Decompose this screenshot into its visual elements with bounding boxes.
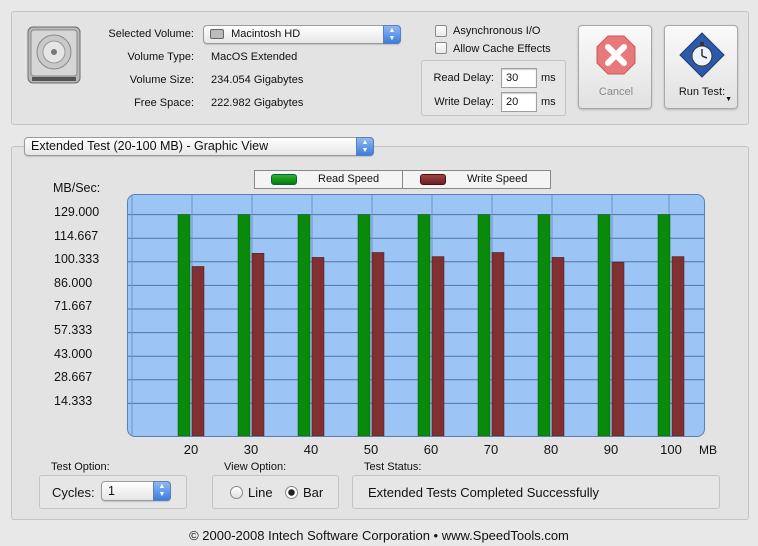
write-speed-bar bbox=[671, 256, 685, 436]
y-tick-label: 114.667 bbox=[54, 228, 99, 243]
cycles-select[interactable]: 1 ▲ ▼ bbox=[101, 481, 171, 501]
read-speed-bar bbox=[297, 214, 311, 436]
run-test-button[interactable]: Run Test: ▼ bbox=[664, 25, 738, 109]
x-tick-label: 90 bbox=[603, 442, 619, 457]
volume-select[interactable]: Macintosh HD ▲ ▼ bbox=[203, 25, 401, 44]
read-legend-label: Read Speed bbox=[318, 173, 380, 185]
write-speed-bar bbox=[311, 257, 325, 436]
y-tick-label: 129.000 bbox=[54, 205, 100, 219]
write-delay-label: Write Delay: bbox=[434, 96, 494, 108]
read-speed-bar bbox=[177, 214, 191, 436]
read-swatch bbox=[271, 174, 297, 185]
x-tick-label: 80 bbox=[543, 442, 559, 457]
x-tick-label: 100 bbox=[660, 442, 682, 457]
bar-radio[interactable] bbox=[285, 486, 298, 499]
read-speed-bar bbox=[657, 214, 671, 436]
x-tick-label: 50 bbox=[363, 442, 379, 457]
y-tick-label: 71.667 bbox=[54, 299, 93, 314]
read-delay-unit: ms bbox=[541, 72, 556, 84]
cache-effects-label: Allow Cache Effects bbox=[453, 43, 551, 55]
read-speed-bar bbox=[237, 214, 251, 436]
y-tick-label: 14.333 bbox=[54, 393, 93, 408]
volume-type-label: Volume Type: bbox=[127, 51, 194, 63]
line-radio[interactable] bbox=[230, 486, 243, 499]
write-speed-bar bbox=[491, 252, 505, 436]
volume-type-value: MacOS Extended bbox=[211, 51, 298, 63]
y-tick-label: 28.667 bbox=[54, 370, 93, 385]
write-speed-bar bbox=[191, 266, 205, 436]
write-speed-bar bbox=[611, 262, 625, 436]
x-tick-label: 60 bbox=[423, 442, 439, 457]
drive-small-icon bbox=[210, 29, 224, 40]
bar-chart bbox=[128, 195, 704, 436]
async-io-label: Asynchronous I/O bbox=[453, 25, 541, 37]
footer-copyright: © 2000-2008 Intech Software Corporation … bbox=[189, 528, 569, 543]
dropdown-arrow-icon: ▼ bbox=[725, 96, 732, 103]
test-type-select[interactable]: Extended Test (20-100 MB) - Graphic View… bbox=[24, 137, 374, 156]
x-tick-label: 30 bbox=[243, 442, 259, 457]
x-axis-unit: MB bbox=[699, 443, 717, 457]
free-space-label: Free Space: bbox=[134, 97, 194, 109]
read-delay-label: Read Delay: bbox=[433, 72, 494, 84]
y-tick-label: 43.000 bbox=[54, 346, 93, 361]
x-tick-label: 70 bbox=[483, 442, 499, 457]
read-delay-input[interactable]: 30 bbox=[501, 68, 537, 88]
write-delay-unit: ms bbox=[541, 96, 556, 108]
test-type-value: Extended Test (20-100 MB) - Graphic View bbox=[31, 139, 269, 153]
volume-size-label: Volume Size: bbox=[129, 74, 194, 86]
write-speed-bar bbox=[431, 256, 445, 436]
volume-select-value: Macintosh HD bbox=[231, 28, 301, 40]
cache-effects-checkbox[interactable] bbox=[435, 42, 447, 54]
cycles-value: 1 bbox=[108, 484, 115, 498]
read-speed-bar bbox=[357, 214, 371, 436]
chart-legend: Read Speed Write Speed bbox=[254, 170, 551, 189]
cancel-button[interactable]: Cancel bbox=[578, 25, 652, 109]
line-radio-label: Line bbox=[248, 485, 273, 500]
y-tick-label: 100.333 bbox=[54, 252, 100, 267]
select-arrows-icon: ▲ ▼ bbox=[383, 25, 401, 44]
test-option-label: Test Option: bbox=[51, 461, 110, 473]
read-speed-bar bbox=[417, 214, 431, 436]
write-speed-bar bbox=[251, 253, 265, 436]
view-option-label: View Option: bbox=[224, 461, 287, 473]
read-speed-bar bbox=[597, 214, 611, 436]
x-tick-label: 20 bbox=[183, 442, 199, 457]
write-delay-input[interactable]: 20 bbox=[501, 92, 537, 112]
async-io-checkbox[interactable] bbox=[435, 25, 447, 37]
read-speed-bar bbox=[477, 214, 491, 436]
free-space-value: 222.982 Gigabytes bbox=[211, 97, 304, 109]
write-legend-label: Write Speed bbox=[467, 173, 528, 185]
read-speed-bar bbox=[537, 214, 551, 436]
cancel-label: Cancel bbox=[598, 86, 634, 98]
volume-size-value: 234.054 Gigabytes bbox=[211, 74, 304, 86]
hard-drive-icon bbox=[24, 24, 86, 86]
y-tick-label: 86.000 bbox=[54, 275, 93, 290]
bar-radio-label: Bar bbox=[303, 485, 324, 500]
y-tick-label: 57.333 bbox=[54, 323, 93, 337]
chart-plot-area bbox=[127, 194, 705, 437]
selected-volume-label: Selected Volume: bbox=[108, 28, 194, 40]
select-arrows-icon: ▲ ▼ bbox=[153, 481, 171, 501]
select-arrows-icon: ▲ ▼ bbox=[356, 137, 374, 156]
legend-read: Read Speed bbox=[255, 171, 403, 188]
stop-icon bbox=[596, 35, 636, 75]
test-status-label: Test Status: bbox=[364, 461, 422, 473]
cycles-label: Cycles: bbox=[52, 485, 95, 500]
write-swatch bbox=[420, 174, 446, 185]
write-speed-bar bbox=[551, 257, 565, 436]
write-speed-bar bbox=[371, 252, 385, 436]
legend-write: Write Speed bbox=[404, 171, 550, 188]
test-status-value: Extended Tests Completed Successfully bbox=[368, 485, 599, 500]
stopwatch-icon bbox=[678, 31, 726, 79]
x-tick-label: 40 bbox=[303, 442, 319, 457]
y-axis-label: MB/Sec: bbox=[53, 181, 101, 195]
